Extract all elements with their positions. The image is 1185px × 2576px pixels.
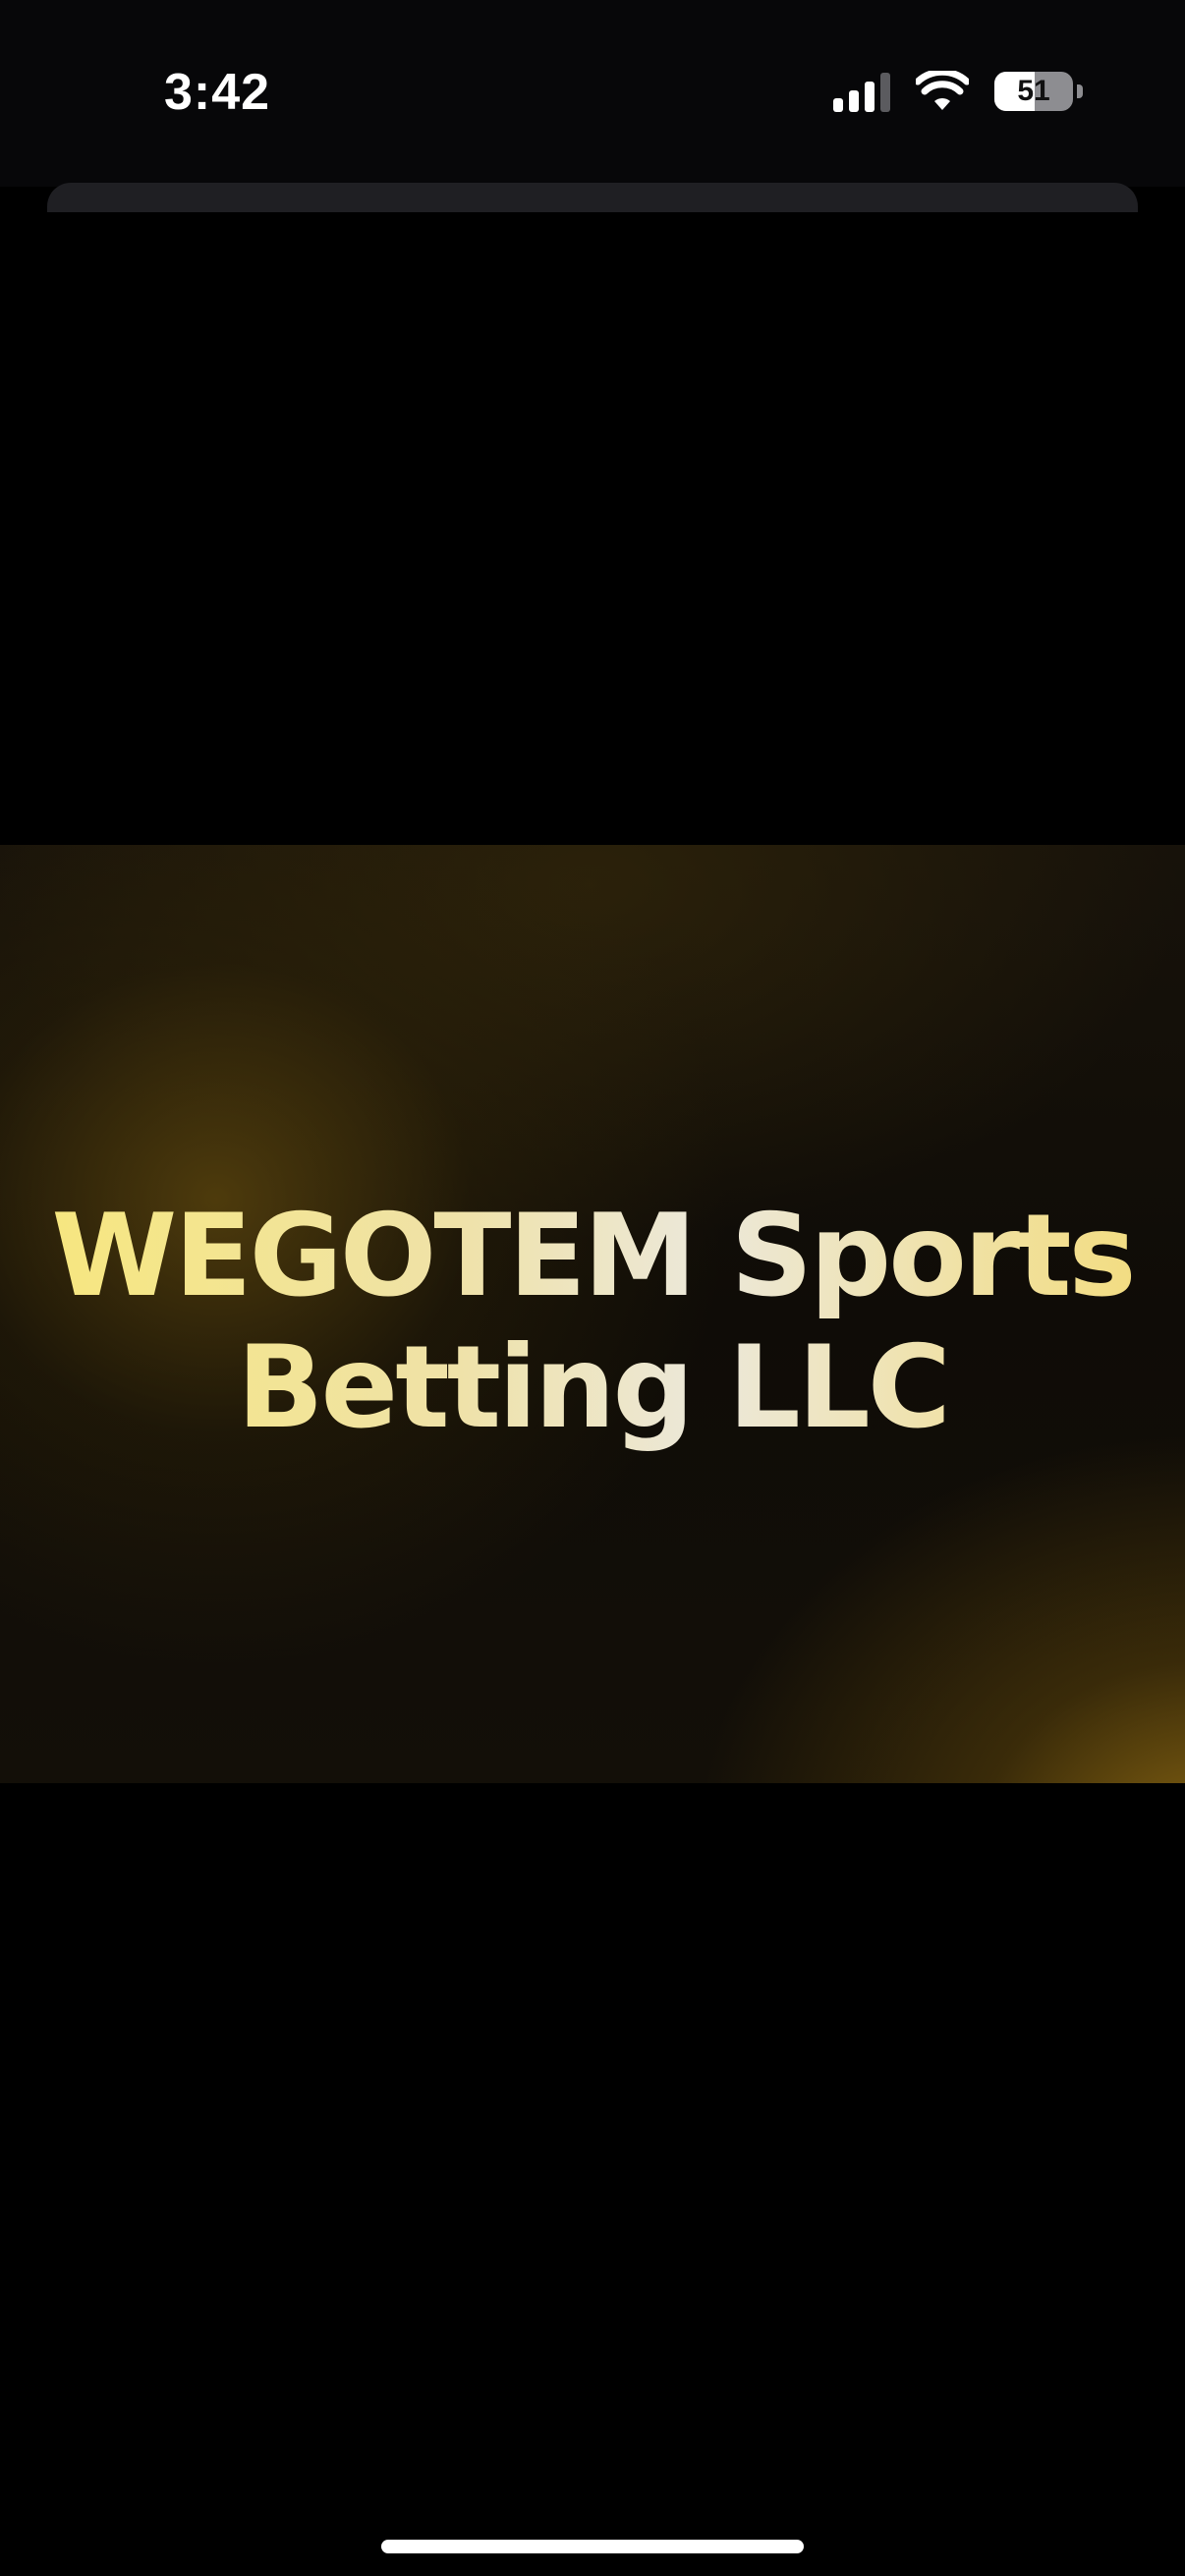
status-bar: 3:42 51 <box>0 0 1185 187</box>
battery-level: 51 <box>1017 75 1050 107</box>
wifi-icon <box>916 71 969 110</box>
banner-title: WEGOTEM Sports Betting LLC <box>23 1190 1162 1454</box>
banner-image: WEGOTEM Sports Betting LLC <box>0 845 1185 1783</box>
battery-nub <box>1077 84 1083 98</box>
status-time: 3:42 <box>164 64 271 121</box>
sheet-top-edge <box>47 183 1138 212</box>
home-indicator[interactable] <box>381 2540 804 2553</box>
battery-icon: 51 <box>994 72 1073 111</box>
cellular-signal-icon <box>833 71 890 112</box>
status-icons: 51 <box>833 71 1083 112</box>
